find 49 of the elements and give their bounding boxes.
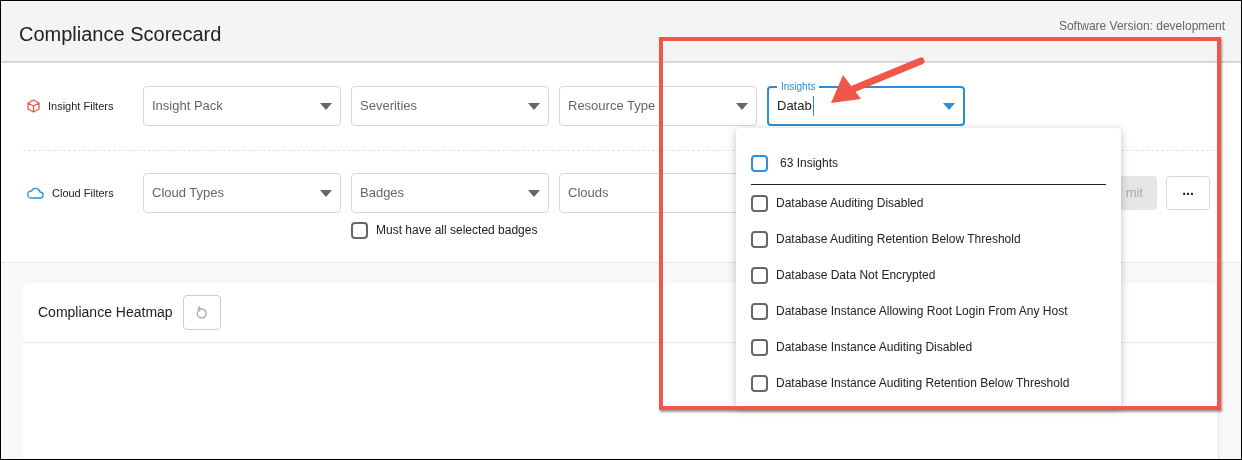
dropdown-field[interactable]: Severities: [351, 86, 549, 126]
option-label: Database Instance Auditing Retention Below Threshold: [776, 375, 1070, 392]
checkbox[interactable]: [751, 266, 768, 284]
option-label: Database Instance Auditing Disabled: [776, 339, 973, 356]
checkbox[interactable]: [751, 194, 768, 212]
field-placeholder: Cloud Types: [152, 184, 225, 203]
field-value: Datab: [777, 96, 814, 116]
caret-icon: [320, 102, 332, 110]
insight-option[interactable]: Database Data Not Encrypted: [751, 257, 1106, 293]
filter-group-label: Insight Filters: [48, 98, 114, 114]
software-version: Software Version: development: [1058, 18, 1225, 35]
cloud-icon: [27, 187, 44, 199]
option-label: Database Instance Allowing Root Login From Any Host: [776, 303, 1068, 320]
field-placeholder: Resource Type: [568, 97, 656, 116]
option-label: Database Auditing Disabled: [776, 195, 924, 212]
cube-icon: [27, 99, 40, 113]
checkbox[interactable]: [751, 374, 768, 392]
insight-option[interactable]: Database Auditing Retention Below Threshold: [751, 221, 1106, 257]
checkbox-label: Must have all selected badges: [376, 222, 538, 239]
checkbox[interactable]: [351, 221, 368, 239]
checkbox[interactable]: [751, 230, 768, 248]
checkbox[interactable]: [751, 154, 768, 172]
insight-option[interactable]: Database Instance Auditing Disabled: [751, 329, 1106, 365]
more-button[interactable]: ...: [1166, 176, 1210, 210]
page-title: Compliance Scorecard: [19, 22, 222, 47]
dropdown-field[interactable]: Cloud Types: [143, 173, 341, 213]
option-label: 63 Insights: [780, 155, 839, 172]
field-placeholder: Severities: [360, 97, 418, 116]
reset-icon: [195, 305, 209, 320]
checkbox[interactable]: [751, 302, 768, 320]
dropdown-field[interactable]: Insight Pack: [143, 86, 341, 126]
insight-option[interactable]: Database Instance Allowing Root Login From Any Host: [751, 293, 1106, 329]
dropdown-field[interactable]: Badges: [351, 173, 549, 213]
caret-icon: [528, 102, 540, 110]
field-placeholder: Clouds: [568, 184, 609, 203]
field-label: Insights: [777, 79, 820, 94]
field-placeholder: Badges: [360, 184, 405, 203]
field-placeholder: Insight Pack: [152, 97, 223, 116]
checkbox[interactable]: [751, 338, 768, 356]
option-label: Database Auditing Retention Below Threshold: [776, 231, 1021, 248]
caret-icon: [943, 102, 955, 110]
insight-option[interactable]: Database Instance Auditing Retention Below Threshold: [751, 365, 1106, 401]
option-label: Database Data Not Encrypted: [776, 267, 936, 284]
dropdown-field[interactable]: Resource Type: [559, 86, 757, 126]
caret-icon: [736, 102, 748, 110]
caret-icon: [320, 189, 332, 197]
caret-icon: [528, 189, 540, 197]
filter-group-label: Cloud Filters: [52, 185, 114, 201]
card-title: Compliance Heatmap: [38, 303, 173, 322]
